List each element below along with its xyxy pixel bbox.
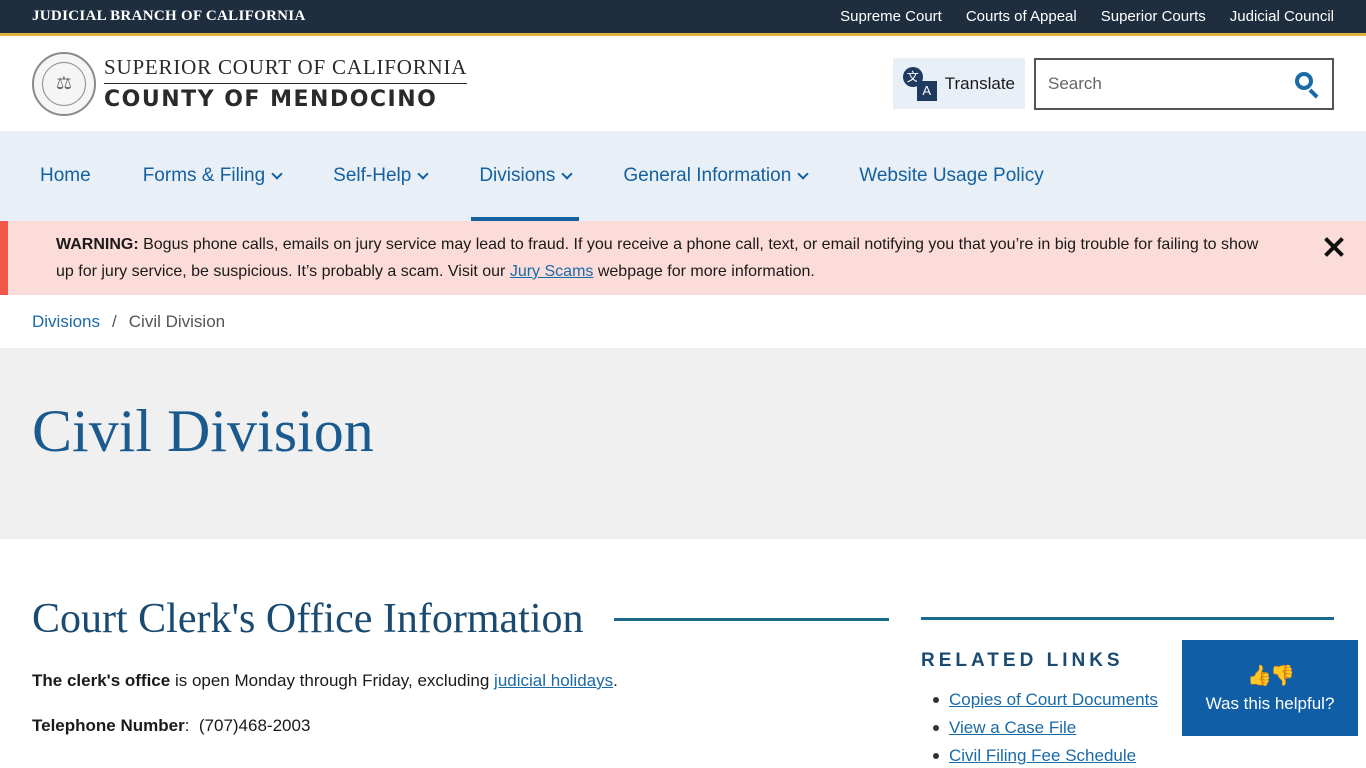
office-hours: The clerk's office is open Monday throug… bbox=[32, 669, 889, 692]
nav-item-forms-filing[interactable]: Forms & Filing bbox=[135, 131, 289, 221]
close-icon[interactable] bbox=[1324, 237, 1344, 257]
telephone-label: Telephone Number bbox=[32, 716, 185, 735]
office-hours-text: is open Monday through Friday, excluding bbox=[170, 671, 495, 690]
alert-prefix: WARNING: bbox=[56, 236, 139, 253]
nav-item-label: Divisions bbox=[479, 165, 556, 186]
jury-scams-link[interactable]: Jury Scams bbox=[510, 263, 594, 280]
header-tools: 文A Translate bbox=[892, 57, 1334, 110]
nav-item-label: Self-Help bbox=[333, 165, 412, 186]
search-form bbox=[1034, 57, 1334, 110]
feedback-label: Was this helpful? bbox=[1205, 693, 1335, 713]
telephone-info: Telephone Number: (707)468-2003 bbox=[32, 716, 311, 735]
breadcrumb-divisions[interactable]: Divisions bbox=[32, 312, 100, 332]
nav-item-divisions[interactable]: Divisions bbox=[471, 131, 580, 221]
breadcrumb-separator: / bbox=[112, 311, 117, 331]
bullet-icon bbox=[933, 697, 939, 703]
office-hours-label: The clerk's office bbox=[32, 671, 171, 690]
link-courts-of-appeal[interactable]: Courts of Appeal bbox=[966, 8, 1077, 25]
judicial-branch-links: Supreme Court Courts of Appeal Superior … bbox=[840, 8, 1334, 25]
bullet-icon bbox=[933, 725, 939, 731]
judicial-branch-bar: JUDICIAL BRANCH OF CALIFORNIA Supreme Co… bbox=[0, 0, 1366, 36]
article: Court Clerk's Office Information The cle… bbox=[32, 595, 889, 768]
judicial-branch-title[interactable]: JUDICIAL BRANCH OF CALIFORNIA bbox=[32, 8, 306, 25]
breadcrumb: Divisions / Civil Division bbox=[0, 295, 1366, 348]
court-seal-icon: ⚖ bbox=[32, 51, 96, 116]
section-title: Court Clerk's Office Information bbox=[32, 596, 584, 642]
related-link-fee-schedule[interactable]: Civil Filing Fee Schedule bbox=[949, 746, 1136, 766]
nav-item-website-usage-policy[interactable]: Website Usage Policy bbox=[851, 131, 1051, 221]
judicial-holidays-link[interactable]: judicial holidays bbox=[494, 671, 613, 690]
court-name: SUPERIOR COURT OF CALIFORNIA COUNTY OF M… bbox=[104, 55, 468, 112]
nav-item-label: General Information bbox=[623, 165, 792, 186]
telephone-number: (707)468-2003 bbox=[198, 716, 311, 735]
office-hours-end: . bbox=[613, 671, 618, 690]
page-title: Civil Division bbox=[32, 398, 374, 464]
warning-alert: WARNING: Bogus phone calls, emails on ju… bbox=[0, 221, 1366, 295]
chevron-down-icon bbox=[417, 168, 429, 180]
nav-item-home[interactable]: Home bbox=[32, 131, 99, 221]
search-input[interactable] bbox=[1048, 73, 1268, 94]
feedback-button[interactable]: 👍👎 Was this helpful? bbox=[1182, 640, 1358, 736]
link-superior-courts[interactable]: Superior Courts bbox=[1101, 8, 1206, 25]
nav-item-label: Home bbox=[40, 165, 91, 186]
link-supreme-court[interactable]: Supreme Court bbox=[840, 8, 942, 25]
nav-item-label: Forms & Filing bbox=[142, 165, 266, 186]
related-link-copies[interactable]: Copies of Court Documents bbox=[949, 690, 1158, 710]
nav-item-self-help[interactable]: Self-Help bbox=[325, 131, 435, 221]
breadcrumb-current: Civil Division bbox=[128, 311, 226, 331]
chevron-down-icon bbox=[271, 168, 283, 180]
nav-item-label: Website Usage Policy bbox=[859, 165, 1044, 186]
nav-item-general-information[interactable]: General Information bbox=[615, 131, 815, 221]
page-hero: Civil Division bbox=[0, 348, 1366, 539]
chevron-down-icon bbox=[797, 168, 809, 180]
heading-rule bbox=[613, 617, 889, 621]
translate-icon: 文A bbox=[902, 66, 937, 101]
court-logo[interactable]: ⚖ SUPERIOR COURT OF CALIFORNIA COUNTY OF… bbox=[32, 51, 468, 116]
list-item: Civil Filing Fee Schedule bbox=[931, 746, 1334, 766]
alert-text-after: webpage for more information. bbox=[593, 263, 815, 280]
link-judicial-council[interactable]: Judicial Council bbox=[1230, 8, 1334, 25]
search-icon[interactable] bbox=[1294, 71, 1320, 98]
translate-button[interactable]: 文A Translate bbox=[892, 58, 1025, 109]
court-name-line2: COUNTY OF MENDOCINO bbox=[104, 87, 438, 112]
translate-label: Translate bbox=[944, 73, 1015, 93]
main-nav: Home Forms & Filing Self-Help Divisions … bbox=[0, 131, 1366, 221]
thumbs-up-down-icon: 👍👎 bbox=[1247, 664, 1295, 687]
alert-message: WARNING: Bogus phone calls, emails on ju… bbox=[56, 231, 1276, 285]
site-header: ⚖ SUPERIOR COURT OF CALIFORNIA COUNTY OF… bbox=[0, 36, 1366, 131]
court-name-line1: SUPERIOR COURT OF CALIFORNIA bbox=[104, 55, 468, 84]
section-heading: Court Clerk's Office Information bbox=[32, 595, 889, 643]
chevron-down-icon bbox=[561, 168, 574, 180]
related-link-case-file[interactable]: View a Case File bbox=[949, 718, 1076, 738]
main-content: Court Clerk's Office Information The cle… bbox=[0, 539, 1366, 768]
sidebar-rule bbox=[921, 617, 1334, 620]
bullet-icon bbox=[933, 753, 939, 759]
